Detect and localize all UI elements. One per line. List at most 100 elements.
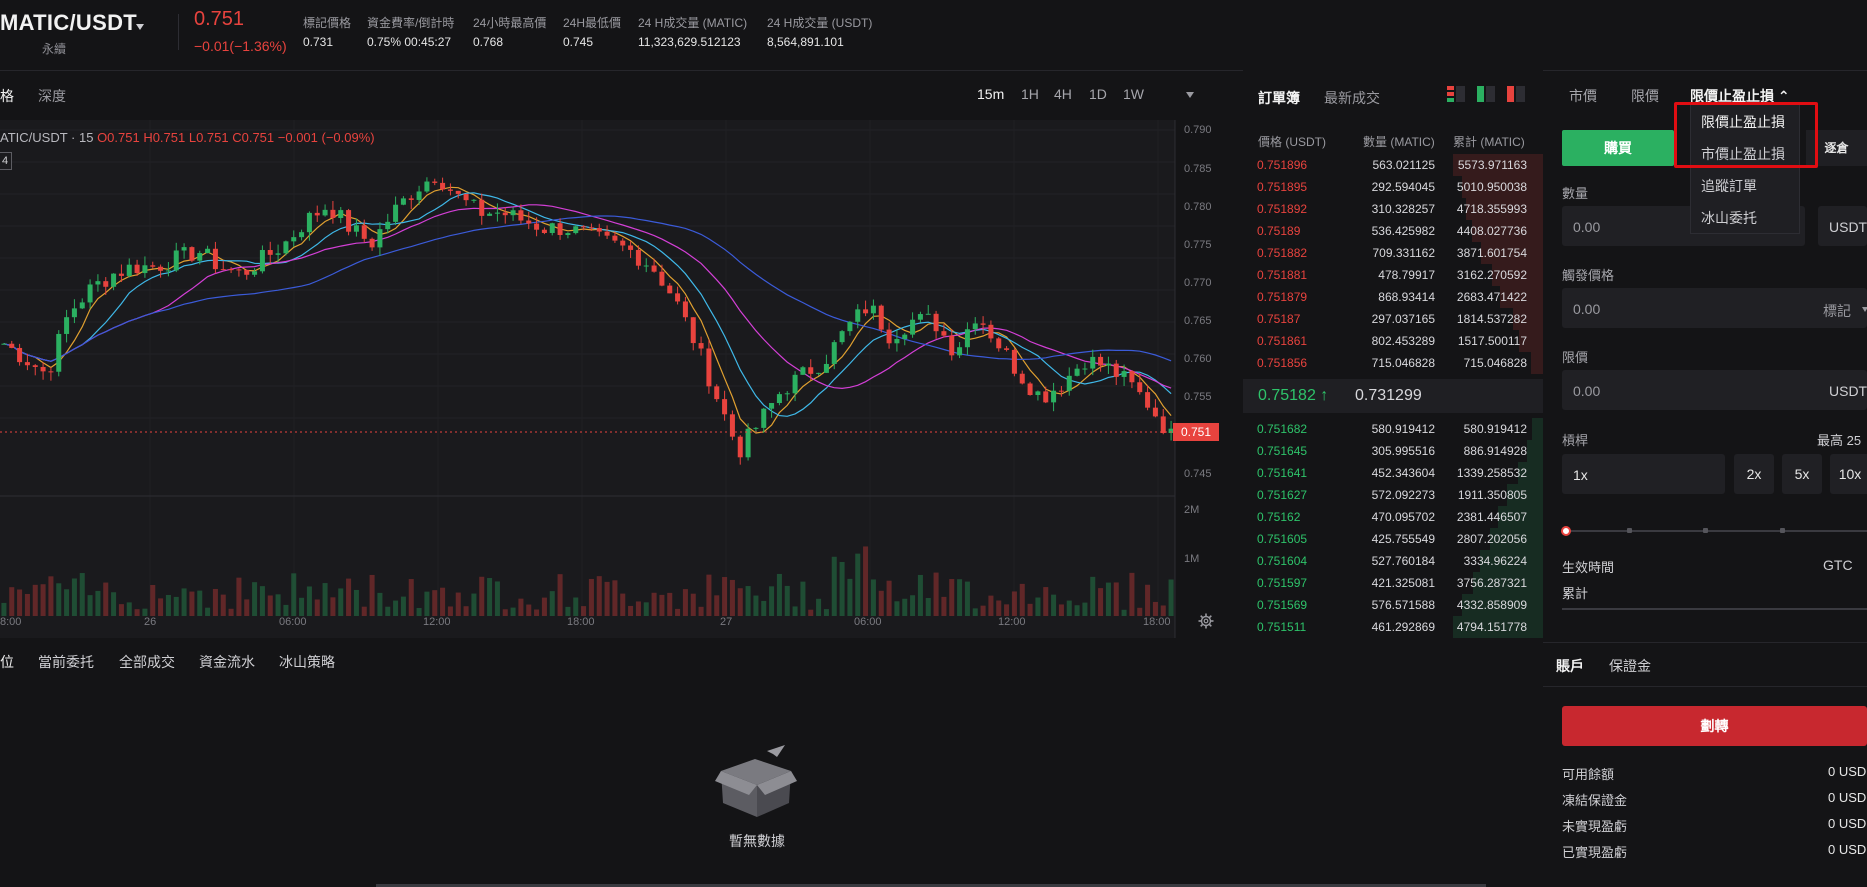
tab-all-trades[interactable]: 全部成交: [119, 652, 175, 672]
timeframe-15m[interactable]: 15m: [977, 86, 1004, 102]
realized-pnl-label: 已實現盈虧: [1562, 845, 1628, 860]
leverage-2x-button[interactable]: 2x: [1734, 454, 1774, 494]
orderbook-row[interactable]: 0.751896 563.021125 5573.971163: [1243, 154, 1543, 176]
candle: [823, 363, 829, 373]
orderbook-row[interactable]: 0.75189 536.425982 4408.027736: [1243, 220, 1543, 242]
leverage-slider[interactable]: [1562, 530, 1867, 532]
orderbook-row[interactable]: 0.751645 305.995516 886.914928: [1243, 440, 1543, 462]
volume-bar: [228, 608, 234, 616]
leverage-5x-button[interactable]: 5x: [1782, 454, 1822, 494]
volume-bar: [259, 586, 265, 616]
limit-price-input[interactable]: [1562, 370, 1867, 410]
orderbook-row[interactable]: 0.751682 580.919412 580.919412: [1243, 418, 1543, 440]
order-type-market[interactable]: 市價: [1569, 86, 1597, 106]
mid-price: 0.75182 ↑: [1258, 387, 1329, 404]
volume-bar: [808, 609, 814, 616]
volume-bar: [9, 587, 15, 616]
volume-bar: [118, 604, 124, 616]
orderbook-row[interactable]: 0.751881 478.79917 3162.270592: [1243, 264, 1543, 286]
transfer-button[interactable]: 劃轉: [1562, 706, 1867, 746]
orderbook-asks-icon[interactable]: [1506, 84, 1526, 104]
volume-bar: [831, 556, 837, 616]
tab-account[interactable]: 賬戶: [1556, 656, 1584, 676]
orderbook-row[interactable]: 0.75187 297.037165 1814.537282: [1243, 308, 1543, 330]
candle: [980, 323, 986, 325]
tab-orderbook[interactable]: 訂單簿: [1258, 88, 1300, 108]
price-change: −0.01(−1.36%): [194, 38, 287, 54]
orderbook-row[interactable]: 0.751511 461.292869 4794.151778: [1243, 616, 1543, 638]
timeframe-4h[interactable]: 4H: [1054, 86, 1072, 102]
dropdown-item-iceberg[interactable]: 冰山委托: [1701, 208, 1757, 228]
orderbook-price: 0.751569: [1257, 598, 1308, 612]
orderbook-row[interactable]: 0.751882 709.331162 3871.601754: [1243, 242, 1543, 264]
orderbook-bids-icon[interactable]: [1476, 84, 1496, 104]
volume-bar: [620, 593, 626, 616]
orderbook-row[interactable]: 0.75162 470.095702 2381.446507: [1243, 506, 1543, 528]
orderbook-row[interactable]: 0.751627 572.092273 1911.350805: [1243, 484, 1543, 506]
candle: [275, 253, 281, 255]
tab-iceberg[interactable]: 冰山策略: [279, 652, 335, 672]
volume-bar: [1004, 604, 1010, 616]
orderbook-row[interactable]: 0.751879 868.93414 2683.471422: [1243, 286, 1543, 308]
orderbook-row[interactable]: 0.751569 576.571588 4332.858909: [1243, 594, 1543, 616]
pair-dropdown-icon[interactable]: [136, 24, 144, 30]
orderbook-price: 0.751896: [1257, 158, 1308, 172]
dropdown-item-trailing[interactable]: 追蹤訂單: [1701, 176, 1757, 196]
tab-open-orders[interactable]: 當前委托: [38, 652, 94, 672]
trigger-unit[interactable]: 標記: [1823, 301, 1851, 321]
x-tick: 18:00: [567, 616, 595, 628]
candle: [941, 331, 947, 336]
indicator-badge[interactable]: 4: [0, 152, 12, 170]
trigger-unit-caret-icon[interactable]: [1862, 307, 1867, 312]
orderbook-row[interactable]: 0.751892 310.328257 4718.355993: [1243, 198, 1543, 220]
orderbook-qty: 709.331162: [1372, 246, 1435, 260]
orderbook-row[interactable]: 0.751895 292.594045 5010.950038: [1243, 176, 1543, 198]
y-tick: 0.745: [1184, 468, 1212, 480]
trigger-price-input[interactable]: [1562, 288, 1867, 328]
volume-bar: [957, 579, 963, 616]
orderbook-both-icon[interactable]: [1446, 84, 1466, 104]
header-divider: [178, 14, 179, 50]
volume-bar: [800, 581, 806, 616]
candle: [463, 193, 469, 201]
tab-recent-trades[interactable]: 最新成交: [1324, 88, 1380, 108]
candle: [306, 212, 312, 233]
orderbook-qty: 425.755549: [1371, 532, 1435, 546]
x-tick: 12:00: [423, 616, 451, 628]
volume-bar: [197, 590, 203, 616]
leverage-10x-button[interactable]: 10x: [1830, 454, 1867, 494]
orderbook-row[interactable]: 0.751856 715.046828 715.046828: [1243, 352, 1543, 374]
pair-title[interactable]: MATIC/USDT: [0, 10, 137, 36]
candle: [95, 281, 101, 285]
candle: [502, 212, 508, 216]
buy-button[interactable]: 購買: [1562, 130, 1674, 166]
timeframe-1h[interactable]: 1H: [1021, 86, 1039, 102]
timeframe-more-icon[interactable]: [1186, 92, 1194, 98]
orderbook-row[interactable]: 0.751861 802.453289 1517.500117: [1243, 330, 1543, 352]
candle: [526, 220, 532, 224]
candle: [111, 273, 117, 287]
slider-handle[interactable]: [1561, 526, 1571, 536]
timeframe-1w[interactable]: 1W: [1123, 86, 1144, 102]
tab-fund-flow[interactable]: 資金流水: [199, 652, 255, 672]
tab-depth[interactable]: 深度: [38, 86, 66, 106]
orderbook-row[interactable]: 0.751641 452.343604 1339.258532: [1243, 462, 1543, 484]
price-chart[interactable]: [0, 120, 1243, 638]
candle: [1160, 416, 1166, 434]
tif-select[interactable]: GTC: [1823, 557, 1853, 573]
volume-bar: [659, 594, 665, 616]
tab-margin[interactable]: 保證金: [1609, 656, 1651, 676]
timeframe-1d[interactable]: 1D: [1089, 86, 1107, 102]
candle: [573, 226, 579, 234]
tab-positions[interactable]: 位: [0, 652, 14, 672]
gear-icon[interactable]: [1198, 613, 1214, 629]
volume-bar: [886, 580, 892, 616]
volume-bar: [1074, 605, 1080, 616]
orderbook-row[interactable]: 0.751605 425.755549 2807.202056: [1243, 528, 1543, 550]
volume-bar: [424, 591, 430, 616]
orderbook-row[interactable]: 0.751604 527.760184 3334.96224: [1243, 550, 1543, 572]
order-type-limit[interactable]: 限價: [1631, 86, 1659, 106]
tab-price-chart[interactable]: 格: [0, 86, 14, 106]
orderbook-row[interactable]: 0.751597 421.325081 3756.287321: [1243, 572, 1543, 594]
candle: [487, 213, 493, 216]
